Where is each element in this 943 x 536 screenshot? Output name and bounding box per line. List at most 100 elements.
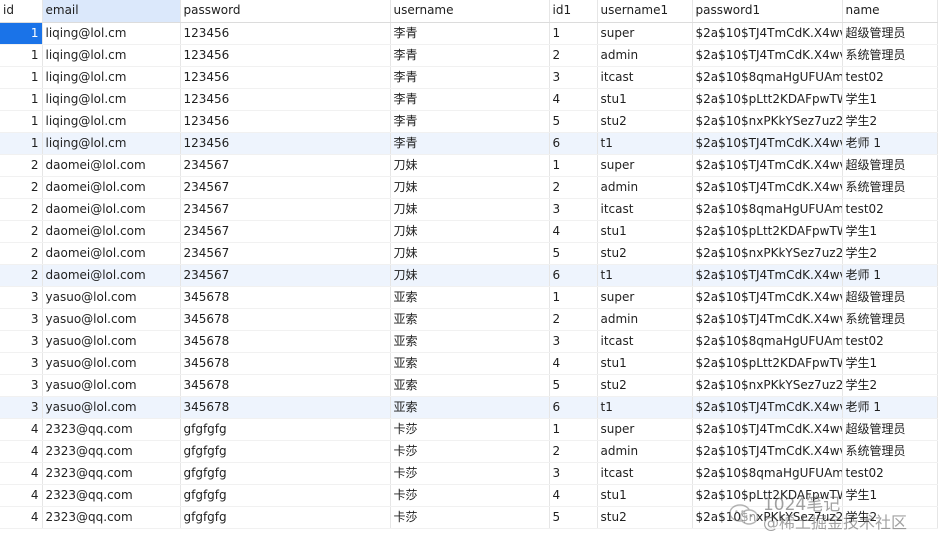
table-row[interactable]: 4 2323@qq.com gfgfgfg 卡莎 2 admin $2a$10$TJ4TmC… <box>0 440 938 463</box>
cell-password1[interactable]: $2a$10$pLtt2KDAFpwTWI <box>692 88 843 111</box>
cell-username[interactable]: 卡莎 <box>390 462 550 485</box>
cell-email[interactable]: daomei@lol.com <box>42 198 181 221</box>
cell-id[interactable]: 2 <box>0 264 43 287</box>
cell-id[interactable]: 3 <box>0 286 43 309</box>
cell-password[interactable]: 123456 <box>180 88 391 111</box>
table-row[interactable]: 4 2323@qq.com gfgfgfg 卡莎 3 itcast $2a$10$8qmaH… <box>0 462 938 485</box>
cell-id1[interactable]: 5 <box>549 374 598 397</box>
cell-id1[interactable]: 2 <box>549 44 598 67</box>
column-header-username[interactable]: username <box>390 0 550 23</box>
cell-password1[interactable]: $2a$10$TJ4TmCdK.X4wv/ <box>692 176 843 199</box>
cell-name[interactable]: 学生2 <box>842 110 938 133</box>
table-row[interactable]: 3 yasuo@lol.com 345678 亚索 3 itcast $2a$10$8qma… <box>0 330 938 353</box>
cell-username[interactable]: 卡莎 <box>390 484 550 507</box>
cell-email[interactable]: 2323@qq.com <box>42 506 181 529</box>
cell-password[interactable]: 234567 <box>180 198 391 221</box>
cell-username[interactable]: 卡莎 <box>390 440 550 463</box>
cell-username[interactable]: 李青 <box>390 44 550 67</box>
cell-password1[interactable]: $2a$10$nxPKkYSez7uz2Y <box>692 374 843 397</box>
cell-id[interactable]: 3 <box>0 374 43 397</box>
cell-name[interactable]: 超级管理员 <box>842 418 938 441</box>
cell-password[interactable]: 345678 <box>180 374 391 397</box>
cell-password1[interactable]: $2a$10$TJ4TmCdK.X4wv/ <box>692 440 843 463</box>
cell-username1[interactable]: stu1 <box>597 220 693 243</box>
cell-username[interactable]: 亚索 <box>390 330 550 353</box>
cell-username[interactable]: 李青 <box>390 110 550 133</box>
cell-id[interactable]: 3 <box>0 308 43 331</box>
cell-password1[interactable]: $2a$10$pLtt2KDAFpwTWI <box>692 484 843 507</box>
cell-name[interactable]: 学生1 <box>842 484 938 507</box>
table-row[interactable]: 4 2323@qq.com gfgfgfg 卡莎 5 stu2 $2a$10$nxPKkYS… <box>0 506 938 529</box>
cell-password[interactable]: 123456 <box>180 44 391 67</box>
cell-password1[interactable]: $2a$10$TJ4TmCdK.X4wv/ <box>692 264 843 287</box>
cell-username[interactable]: 刀妹 <box>390 198 550 221</box>
cell-password1[interactable]: $2a$10$TJ4TmCdK.X4wv/ <box>692 418 843 441</box>
cell-id1[interactable]: 3 <box>549 462 598 485</box>
table-row[interactable]: 4 2323@qq.com gfgfgfg 卡莎 4 stu1 $2a$10$pLtt2KD… <box>0 484 938 507</box>
cell-email[interactable]: yasuo@lol.com <box>42 286 181 309</box>
cell-id[interactable]: 1 <box>0 132 43 155</box>
cell-id[interactable]: 2 <box>0 220 43 243</box>
cell-name[interactable]: 老师 1 <box>842 132 938 155</box>
cell-username1[interactable]: super <box>597 22 693 45</box>
cell-email[interactable]: yasuo@lol.com <box>42 396 181 419</box>
cell-email[interactable]: 2323@qq.com <box>42 462 181 485</box>
cell-id1[interactable]: 1 <box>549 286 598 309</box>
cell-password[interactable]: gfgfgfg <box>180 462 391 485</box>
cell-id[interactable]: 3 <box>0 352 43 375</box>
cell-username[interactable]: 刀妹 <box>390 220 550 243</box>
cell-id1[interactable]: 5 <box>549 242 598 265</box>
cell-id[interactable]: 1 <box>0 88 43 111</box>
cell-id[interactable]: 2 <box>0 198 43 221</box>
cell-id1[interactable]: 2 <box>549 176 598 199</box>
cell-id[interactable]: 2 <box>0 242 43 265</box>
column-header-id1[interactable]: id1 <box>549 0 598 23</box>
cell-username1[interactable]: super <box>597 418 693 441</box>
cell-id1[interactable]: 2 <box>549 308 598 331</box>
cell-id1[interactable]: 1 <box>549 22 598 45</box>
cell-email[interactable]: yasuo@lol.com <box>42 308 181 331</box>
cell-email[interactable]: daomei@lol.com <box>42 242 181 265</box>
cell-password1[interactable]: $2a$10$TJ4TmCdK.X4wv/ <box>692 22 843 45</box>
cell-email[interactable]: 2323@qq.com <box>42 484 181 507</box>
cell-id1[interactable]: 4 <box>549 220 598 243</box>
column-header-username1[interactable]: username1 <box>597 0 693 23</box>
cell-username[interactable]: 刀妹 <box>390 176 550 199</box>
table-row[interactable]: 1 liqing@lol.cm 123456 李青 4 stu1 $2a$10$pLtt2K… <box>0 88 938 111</box>
table-row[interactable]: 2 daomei@lol.com 234567 刀妹 4 stu1 $2a$10$pLtt2… <box>0 220 938 243</box>
cell-name[interactable]: test02 <box>842 462 938 485</box>
cell-username[interactable]: 刀妹 <box>390 154 550 177</box>
cell-username1[interactable]: super <box>597 286 693 309</box>
cell-email[interactable]: 2323@qq.com <box>42 418 181 441</box>
cell-id[interactable]: 4 <box>0 440 43 463</box>
cell-id1[interactable]: 4 <box>549 352 598 375</box>
cell-username1[interactable]: itcast <box>597 66 693 89</box>
cell-password1[interactable]: $2a$10$pLtt2KDAFpwTWI <box>692 220 843 243</box>
cell-password1[interactable]: $2a$10$pLtt2KDAFpwTWI <box>692 352 843 375</box>
cell-username[interactable]: 李青 <box>390 22 550 45</box>
cell-email[interactable]: 2323@qq.com <box>42 440 181 463</box>
cell-username1[interactable]: stu1 <box>597 352 693 375</box>
cell-email[interactable]: liqing@lol.cm <box>42 22 181 45</box>
cell-email[interactable]: liqing@lol.cm <box>42 66 181 89</box>
cell-email[interactable]: yasuo@lol.com <box>42 352 181 375</box>
cell-password[interactable]: gfgfgfg <box>180 506 391 529</box>
table-row[interactable]: 1 liqing@lol.cm 123456 李青 6 t1 $2a$10$TJ4TmCdK… <box>0 132 938 155</box>
column-header-password1[interactable]: password1 <box>692 0 843 23</box>
cell-id1[interactable]: 6 <box>549 396 598 419</box>
table-row[interactable]: 3 yasuo@lol.com 345678 亚索 6 t1 $2a$10$TJ4TmCdK… <box>0 396 938 419</box>
table-row[interactable]: 2 daomei@lol.com 234567 刀妹 2 admin $2a$10$TJ4T… <box>0 176 938 199</box>
cell-id1[interactable]: 1 <box>549 418 598 441</box>
cell-id1[interactable]: 4 <box>549 88 598 111</box>
cell-email[interactable]: yasuo@lol.com <box>42 330 181 353</box>
table-row[interactable]: 2 daomei@lol.com 234567 刀妹 1 super $2a$10$TJ4T… <box>0 154 938 177</box>
cell-email[interactable]: liqing@lol.cm <box>42 44 181 67</box>
cell-email[interactable]: liqing@lol.cm <box>42 110 181 133</box>
cell-id1[interactable]: 5 <box>549 110 598 133</box>
cell-username1[interactable]: stu2 <box>597 110 693 133</box>
cell-password1[interactable]: $2a$10$TJ4TmCdK.X4wv/ <box>692 396 843 419</box>
cell-id[interactable]: 3 <box>0 330 43 353</box>
cell-password[interactable]: gfgfgfg <box>180 440 391 463</box>
cell-password[interactable]: gfgfgfg <box>180 484 391 507</box>
cell-username[interactable]: 李青 <box>390 88 550 111</box>
